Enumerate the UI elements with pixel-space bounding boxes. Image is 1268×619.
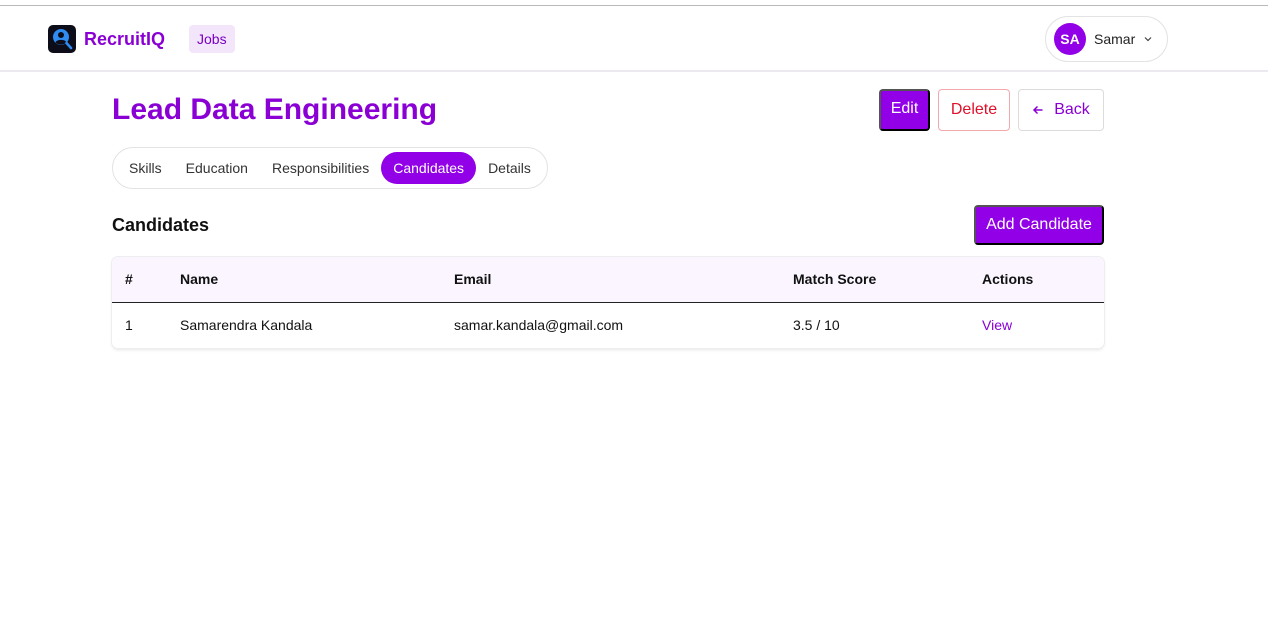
avatar: SA [1054,23,1086,55]
tab-details[interactable]: Details [476,152,543,184]
edit-button[interactable]: Edit [879,89,930,131]
nav-jobs-link[interactable]: Jobs [189,25,235,53]
view-candidate-link[interactable]: View [982,317,1012,333]
brand-name: RecruitIQ [84,28,166,49]
back-label: Back [1054,101,1090,118]
candidate-email: samar.kandala@gmail.com [454,316,624,333]
user-menu-button[interactable]: SA Samar [1045,16,1168,62]
column-header-name: Name [180,271,219,288]
tab-responsibilities[interactable]: Responsibilities [260,152,381,184]
delete-button[interactable]: Delete [938,89,1010,131]
candidates-table: # Name Email Match Score Actions 1 Samar… [112,257,1104,348]
column-header-match-score: Match Score [793,271,877,288]
candidate-match-score: 3.5 / 10 [793,316,840,333]
column-header-email: Email [454,271,492,288]
navbar: RecruitIQ Jobs SA Samar [0,6,1268,72]
chevron-down-icon [1143,34,1153,44]
table-header-row: # Name Email Match Score Actions [112,257,1104,302]
logo-icon [48,25,76,53]
table-row: 1 Samarendra Kandala samar.kandala@gmail… [112,302,1104,347]
brand-link[interactable]: RecruitIQ [48,25,165,53]
tab-candidates[interactable]: Candidates [381,152,477,184]
section-title: Candidates [112,215,210,235]
candidate-index: 1 [125,316,133,333]
tab-skills[interactable]: Skills [117,152,174,184]
back-button[interactable]: Back [1018,89,1104,131]
job-tabs: Skills Education Responsibilities Candid… [112,147,548,189]
column-header-actions: Actions [982,271,1034,288]
tab-education[interactable]: Education [174,152,260,184]
column-header-index: # [125,271,133,288]
add-candidate-button[interactable]: Add Candidate [974,205,1104,245]
page-title: Lead Data Engineering [112,93,438,126]
user-name: Samar [1094,31,1136,47]
arrow-left-icon [1032,104,1044,116]
candidate-name: Samarendra Kandala [180,316,313,333]
